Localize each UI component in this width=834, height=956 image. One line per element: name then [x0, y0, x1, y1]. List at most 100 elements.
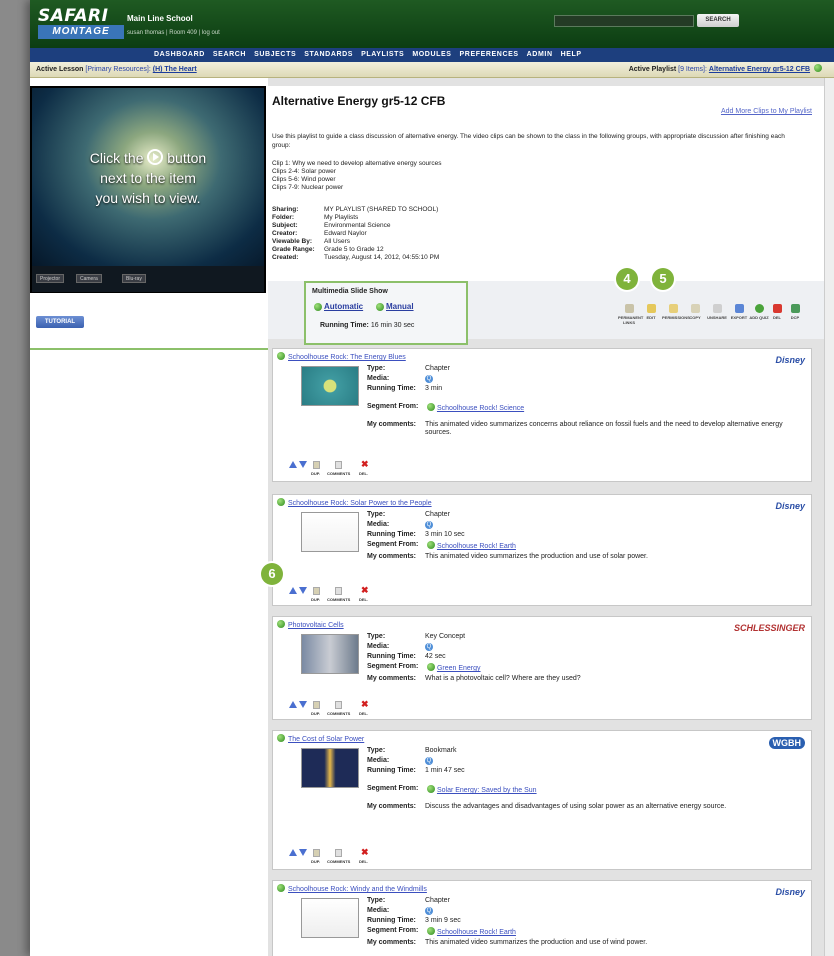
play-go-icon[interactable] [427, 663, 435, 671]
delete-icon[interactable]: ✖ [361, 585, 369, 596]
add-clips-link[interactable]: Add More Clips to My Playlist [721, 108, 812, 115]
media-icon[interactable]: Q [425, 643, 433, 651]
item-title[interactable]: Photovoltaic Cells [288, 622, 344, 629]
dup-icon[interactable] [313, 587, 320, 595]
segment-link[interactable]: Green Energy [437, 665, 481, 672]
play-go-icon[interactable] [427, 785, 435, 793]
move-down-icon[interactable] [299, 849, 307, 856]
copy-button[interactable]: COPY [684, 304, 706, 320]
comments-icon[interactable] [335, 849, 342, 857]
nav-modules[interactable]: MODULES [408, 48, 455, 62]
comments-icon[interactable] [335, 587, 342, 595]
nav-help[interactable]: HELP [557, 48, 586, 62]
nav-standards[interactable]: STANDARDS [300, 48, 357, 62]
export-button[interactable]: EXPORT [728, 304, 750, 320]
play-go-icon[interactable] [277, 620, 285, 628]
play-go-icon[interactable] [427, 403, 435, 411]
segment-link[interactable]: Schoolhouse Rock! Earth [437, 929, 516, 936]
media-icon[interactable]: Q [425, 375, 433, 383]
item-comments: This animated video summarizes the produ… [425, 939, 648, 946]
item-thumbnail[interactable] [301, 898, 359, 938]
field-label: My comments: [367, 939, 417, 946]
dup-icon[interactable] [313, 849, 320, 857]
manual-link[interactable]: Manual [386, 302, 414, 311]
item-title[interactable]: The Cost of Solar Power [288, 736, 364, 743]
automatic-play-icon[interactable] [314, 303, 322, 311]
item-thumbnail[interactable] [301, 748, 359, 788]
meta-key: Sharing: [272, 206, 299, 213]
move-down-icon[interactable] [299, 587, 307, 594]
dup-label: DUP. [311, 711, 321, 716]
dcp-button[interactable]: DCP [784, 304, 806, 320]
scrollbar[interactable] [824, 78, 834, 956]
item-title-link[interactable]: Photovoltaic Cells [277, 620, 344, 629]
move-up-icon[interactable] [289, 461, 297, 468]
active-playlist-bracket[interactable]: [9 Items]: [678, 66, 707, 73]
media-icon[interactable]: Q [425, 521, 433, 529]
item-title-link[interactable]: Schoolhouse Rock: Windy and the Windmill… [277, 884, 427, 893]
permanent-links-button[interactable]: PERMANENT LINKS [618, 304, 643, 325]
item-title[interactable]: Schoolhouse Rock: Windy and the Windmill… [288, 886, 427, 893]
delete-icon[interactable]: ✖ [361, 847, 369, 858]
projector-button[interactable]: Projector [36, 274, 65, 283]
permissions-button[interactable]: PERMISSIONS [662, 304, 690, 320]
bluray-button[interactable]: Blu-ray [122, 274, 146, 283]
item-title[interactable]: Schoolhouse Rock: The Energy Blues [288, 354, 406, 361]
media-icon[interactable]: Q [425, 757, 433, 765]
play-go-icon[interactable] [427, 541, 435, 549]
video-screen[interactable]: Click the button next to the item you wi… [32, 88, 264, 266]
active-playlist-link[interactable]: Alternative Energy gr5-12 CFB [709, 66, 810, 73]
item-title-link[interactable]: Schoolhouse Rock: Solar Power to the Peo… [277, 498, 432, 507]
unshare-button[interactable]: UNSHARE [706, 304, 728, 320]
delete-icon[interactable]: ✖ [361, 699, 369, 710]
meta-key: Grade Range: [272, 246, 315, 253]
active-lesson-link[interactable]: (H) The Heart [153, 66, 197, 73]
move-down-icon[interactable] [299, 461, 307, 468]
nav-search[interactable]: SEARCH [209, 48, 250, 62]
manual-play-icon[interactable] [376, 303, 384, 311]
active-lesson-bracket[interactable]: [Primary Resources]: [85, 66, 150, 73]
instruction-text-1: Click the [89, 150, 144, 166]
item-thumbnail[interactable] [301, 366, 359, 406]
tutorial-button[interactable]: TUTORIAL [36, 316, 84, 328]
nav-playlists[interactable]: PLAYLISTS [357, 48, 408, 62]
play-go-icon[interactable] [814, 64, 822, 72]
automatic-link[interactable]: Automatic [324, 302, 363, 311]
play-go-icon[interactable] [427, 927, 435, 935]
play-go-icon[interactable] [277, 884, 285, 892]
comments-icon[interactable] [335, 461, 342, 469]
player-controls: Projector Camera Blu-ray [32, 266, 264, 292]
segment-link[interactable]: Solar Energy: Saved by the Sun [437, 787, 537, 794]
delete-icon[interactable]: ✖ [361, 459, 369, 470]
item-title-link[interactable]: The Cost of Solar Power [277, 734, 364, 743]
move-down-icon[interactable] [299, 701, 307, 708]
play-go-icon[interactable] [277, 498, 285, 506]
item-title[interactable]: Schoolhouse Rock: Solar Power to the Peo… [288, 500, 432, 507]
safari-montage-logo[interactable]: SAFARI MONTAGE [38, 6, 126, 42]
edit-button[interactable]: EDIT [640, 304, 662, 320]
dup-icon[interactable] [313, 461, 320, 469]
play-go-icon[interactable] [277, 352, 285, 360]
meta-value: Tuesday, August 14, 2012, 04:55:10 PM [324, 254, 440, 261]
search-input[interactable] [554, 15, 694, 27]
nav-preferences[interactable]: PREFERENCES [456, 48, 523, 62]
nav-admin[interactable]: ADMIN [523, 48, 557, 62]
segment-link[interactable]: Schoolhouse Rock! Science [437, 405, 524, 412]
media-icon[interactable]: Q [425, 907, 433, 915]
nav-dashboard[interactable]: DASHBOARD [150, 48, 209, 62]
item-title-link[interactable]: Schoolhouse Rock: The Energy Blues [277, 352, 406, 361]
camera-button[interactable]: Camera [76, 274, 102, 283]
segment-link[interactable]: Schoolhouse Rock! Earth [437, 543, 516, 550]
comments-icon[interactable] [335, 701, 342, 709]
nav-subjects[interactable]: SUBJECTS [250, 48, 300, 62]
item-thumbnail[interactable] [301, 634, 359, 674]
search-button[interactable]: SEARCH [697, 14, 739, 27]
user-info[interactable]: susan thomas | Room 409 | log out [127, 30, 220, 36]
move-up-icon[interactable] [289, 701, 297, 708]
dup-icon[interactable] [313, 701, 320, 709]
item-thumbnail[interactable] [301, 512, 359, 552]
field-label: Media: [367, 643, 390, 650]
move-up-icon[interactable] [289, 849, 297, 856]
move-up-icon[interactable] [289, 587, 297, 594]
play-go-icon[interactable] [277, 734, 285, 742]
